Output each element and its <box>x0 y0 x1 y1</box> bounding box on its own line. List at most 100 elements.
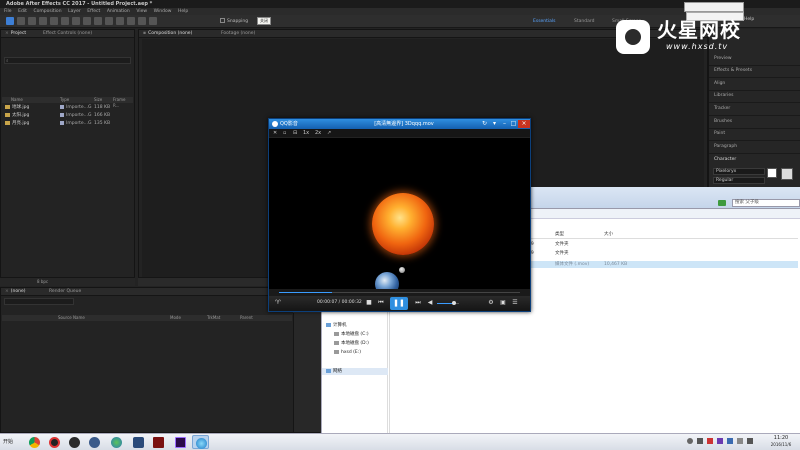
font-style-select[interactable]: Regular <box>713 177 765 184</box>
taskbar-recorder[interactable] <box>46 435 63 449</box>
menu-view[interactable]: View <box>136 9 147 14</box>
workspace-standard[interactable]: Standard <box>574 17 594 26</box>
minimize-button[interactable]: – <box>500 120 509 128</box>
nav-network[interactable]: 网络 <box>322 368 388 375</box>
rotation-tool-icon[interactable] <box>39 17 47 25</box>
puppet-tool-icon[interactable] <box>149 17 157 25</box>
volume-tray-icon[interactable] <box>747 438 753 444</box>
player-titlebar[interactable]: QQ影音 [高清無邊界] 3Dqqq.mov ↻ ▾ – □ × <box>269 119 530 129</box>
taskbar-media[interactable] <box>66 435 83 449</box>
taskbar-app5[interactable] <box>108 435 125 449</box>
menu-icon[interactable]: ▾ <box>490 120 499 128</box>
col-size[interactable]: Size <box>94 97 102 103</box>
rotate-icon[interactable]: ⊟ <box>293 130 297 137</box>
tab-footage[interactable]: Footage (none) <box>221 31 255 37</box>
bit-depth-button[interactable]: 8 bpc <box>37 279 48 284</box>
menu-effect[interactable]: Effect <box>87 9 100 14</box>
taskbar-app4[interactable] <box>86 435 103 449</box>
menu-layer[interactable]: Layer <box>68 9 81 14</box>
tab-composition[interactable]: ▪ Composition (none) <box>143 31 192 37</box>
playlist-icon[interactable]: ♈ <box>274 299 282 307</box>
player-app-name[interactable]: QQ影音 <box>280 120 298 128</box>
col-size[interactable]: 大小 <box>604 230 613 239</box>
panel-libraries[interactable]: Libraries <box>714 93 733 98</box>
video-area[interactable] <box>269 138 530 296</box>
stroke-color-swatch[interactable] <box>781 168 793 180</box>
project-item[interactable]: 地球.jpg Importe...G 118 KB <box>2 104 133 111</box>
panel-brushes[interactable]: Brushes <box>714 119 732 124</box>
tools-icon[interactable]: ▣ <box>499 299 507 307</box>
clock-time[interactable]: 11:20 <box>766 435 796 442</box>
project-item[interactable]: 太阳.jpg Importe...G 166 KB <box>2 112 133 119</box>
fill-color-swatch[interactable] <box>767 168 777 178</box>
hand-tool-icon[interactable] <box>17 17 25 25</box>
tray-icon[interactable] <box>707 438 713 444</box>
font-family-select[interactable]: Pixeloryx <box>713 168 765 175</box>
lock-icon[interactable]: ▪ <box>143 31 146 36</box>
col-trkmat[interactable]: TrkMat <box>207 315 220 321</box>
close-icon[interactable]: × <box>5 31 9 36</box>
screenshot-icon[interactable]: ▫ <box>283 130 286 137</box>
explorer-search-input[interactable]: 搜索 父子级 <box>732 199 800 207</box>
project-item[interactable]: 月亮.jpg Importe...G 135 KB <box>2 120 133 127</box>
volume-knob[interactable] <box>452 301 456 305</box>
fullscreen-icon[interactable]: ↗ <box>327 130 331 137</box>
tab-render-queue[interactable]: Render Queue <box>49 289 81 295</box>
selection-tool-icon[interactable] <box>6 17 14 25</box>
panel-paint[interactable]: Paint <box>714 131 725 136</box>
effects-icon[interactable]: ⚙ <box>487 299 495 307</box>
menu-file[interactable]: File <box>4 9 12 14</box>
panel-effects-presets[interactable]: Effects & Presets <box>714 68 752 73</box>
previous-icon[interactable]: ⏮ <box>377 299 385 307</box>
pause-button[interactable]: ❚❚ <box>390 297 408 310</box>
roto-brush-tool-icon[interactable] <box>138 17 146 25</box>
network-tray-icon[interactable] <box>737 438 743 444</box>
panel-preview[interactable]: Preview <box>714 56 732 61</box>
menu-help[interactable]: Help <box>178 9 188 14</box>
col-source-name[interactable]: Source Name <box>58 315 85 321</box>
project-search-input[interactable]: ⌕ <box>4 57 131 64</box>
menu-composition[interactable]: Composition <box>33 9 61 14</box>
taskbar-qq-player[interactable] <box>192 435 209 449</box>
tray-icon[interactable] <box>697 438 703 444</box>
file-row[interactable]: 29 文件夹 <box>528 241 798 248</box>
snapping-checkbox[interactable] <box>220 18 225 23</box>
file-row[interactable]: 29 文件夹 <box>528 250 798 257</box>
file-row-selected[interactable]: 媒体文件 (.mov) 10,467 KB <box>528 261 798 268</box>
camera-tool-icon[interactable] <box>50 17 58 25</box>
menu-animation[interactable]: Animation <box>107 9 130 14</box>
snapping-toggle[interactable]: Snapping <box>220 17 248 26</box>
timeline-search-input[interactable] <box>4 298 74 305</box>
col-parent[interactable]: Parent <box>240 315 253 321</box>
volume-icon[interactable]: ◀ <box>426 299 434 307</box>
taskbar-chrome[interactable] <box>26 435 43 449</box>
seek-bar[interactable] <box>269 289 530 296</box>
clone-stamp-tool-icon[interactable] <box>116 17 124 25</box>
tab-project[interactable]: × Project <box>5 31 26 37</box>
pan-behind-tool-icon[interactable] <box>61 17 69 25</box>
refresh-icon[interactable]: ↻ <box>480 120 489 128</box>
pen-tool-icon[interactable] <box>83 17 91 25</box>
nav-drive-e[interactable]: hxsd (E:) <box>334 349 361 356</box>
tab-timeline[interactable]: × (none) <box>5 289 26 295</box>
col-type[interactable]: Type <box>60 97 69 103</box>
taskbar-app7[interactable] <box>150 435 167 449</box>
col-type[interactable]: 类型 <box>555 230 564 239</box>
taskbar-after-effects[interactable] <box>172 435 189 449</box>
speed-1x[interactable]: 1x <box>303 130 309 137</box>
mask-tool-icon[interactable] <box>72 17 80 25</box>
nav-computer[interactable]: 计算机 <box>326 322 347 329</box>
stop-icon[interactable]: ■ <box>365 299 373 307</box>
speed-2x[interactable]: 2x <box>315 130 321 137</box>
panel-tracker[interactable]: Tracker <box>714 106 730 111</box>
brush-tool-icon[interactable] <box>105 17 113 25</box>
list-icon[interactable]: ☰ <box>511 299 519 307</box>
ime-toolbar[interactable] <box>684 2 744 12</box>
start-button[interactable]: 开始 <box>1 435 21 449</box>
clock-date[interactable]: 2016/11/6 <box>766 442 796 448</box>
next-icon[interactable]: ⏭ <box>414 299 422 307</box>
tray-icon[interactable] <box>717 438 723 444</box>
go-button[interactable] <box>718 200 726 206</box>
close-button[interactable]: × <box>518 120 530 128</box>
maximize-button[interactable]: □ <box>509 120 518 128</box>
